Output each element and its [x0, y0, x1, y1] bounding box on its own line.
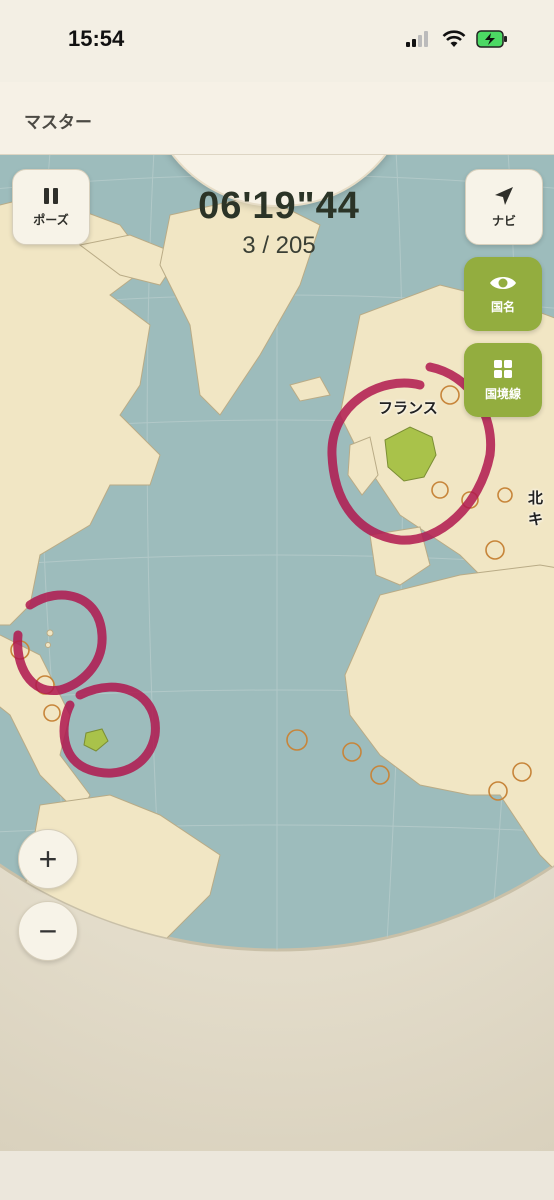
location-arrow-icon — [495, 186, 513, 205]
zoom-out-button[interactable]: − — [18, 901, 78, 961]
status-icons — [406, 30, 508, 48]
navi-button[interactable]: ナビ — [465, 169, 543, 245]
island-small-2 — [45, 642, 51, 648]
quiz-progress: 3 / 205 — [242, 232, 316, 259]
status-time: 15:54 — [68, 26, 125, 51]
country-names-toggle[interactable]: 国名 — [464, 257, 542, 331]
pause-icon — [44, 187, 58, 204]
status-bar: 15:54 — [0, 0, 554, 82]
wifi-icon — [442, 30, 466, 47]
country-names-label: 国名 — [490, 299, 515, 314]
timer-elapsed: 06'19"44 — [198, 185, 360, 227]
bottom-bar — [0, 1151, 554, 1200]
borders-toggle[interactable]: 国境線 — [464, 343, 542, 417]
country-label-france: フランス — [378, 399, 438, 417]
navi-label: ナビ — [491, 213, 516, 228]
signal-icon — [406, 31, 428, 47]
pause-label: ポーズ — [33, 212, 69, 227]
island-small-1 — [46, 629, 54, 637]
borders-label: 国境線 — [484, 386, 521, 401]
country-label-edge: 北キ — [528, 489, 544, 528]
eye-icon — [490, 276, 516, 289]
zoom-in-button[interactable]: + — [18, 829, 78, 889]
pause-button[interactable]: ポーズ — [12, 169, 90, 245]
battery-icon — [476, 30, 507, 48]
map-area[interactable]: フランス 北キ 06'19"44 3 / 205 ポーズ ナビ 国名 国境線 +… — [0, 155, 554, 1151]
page-title: マスター — [24, 113, 92, 133]
grid-icon — [494, 359, 512, 378]
header: マスター — [0, 82, 554, 155]
